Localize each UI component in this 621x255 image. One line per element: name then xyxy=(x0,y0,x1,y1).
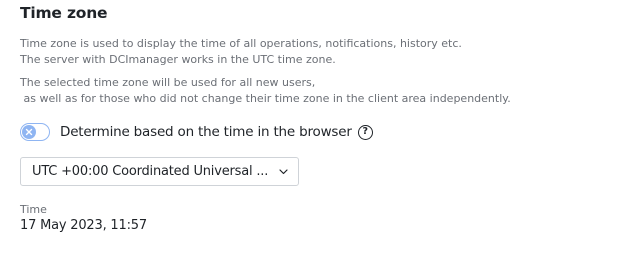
x-icon xyxy=(25,128,33,136)
browser-time-toggle[interactable] xyxy=(20,123,50,141)
time-zone-scope-description: The selected time zone will be used for … xyxy=(20,76,511,105)
chevron-down-icon xyxy=(279,169,288,175)
timezone-select-value: UTC +00:00 Coordinated Universal ... xyxy=(32,164,268,179)
section-title: Time zone xyxy=(20,4,108,22)
toggle-knob xyxy=(22,125,36,139)
browser-time-toggle-label[interactable]: Determine based on the time in the brows… xyxy=(60,124,352,140)
time-label: Time xyxy=(20,203,47,216)
time-value: 17 May 2023, 11:57 xyxy=(20,218,147,233)
browser-time-toggle-row: Determine based on the time in the brows… xyxy=(20,123,373,141)
timezone-select[interactable]: UTC +00:00 Coordinated Universal ... xyxy=(20,157,299,186)
question-circle-icon[interactable]: ? xyxy=(357,124,373,140)
time-zone-description: Time zone is used to display the time of… xyxy=(20,37,462,66)
